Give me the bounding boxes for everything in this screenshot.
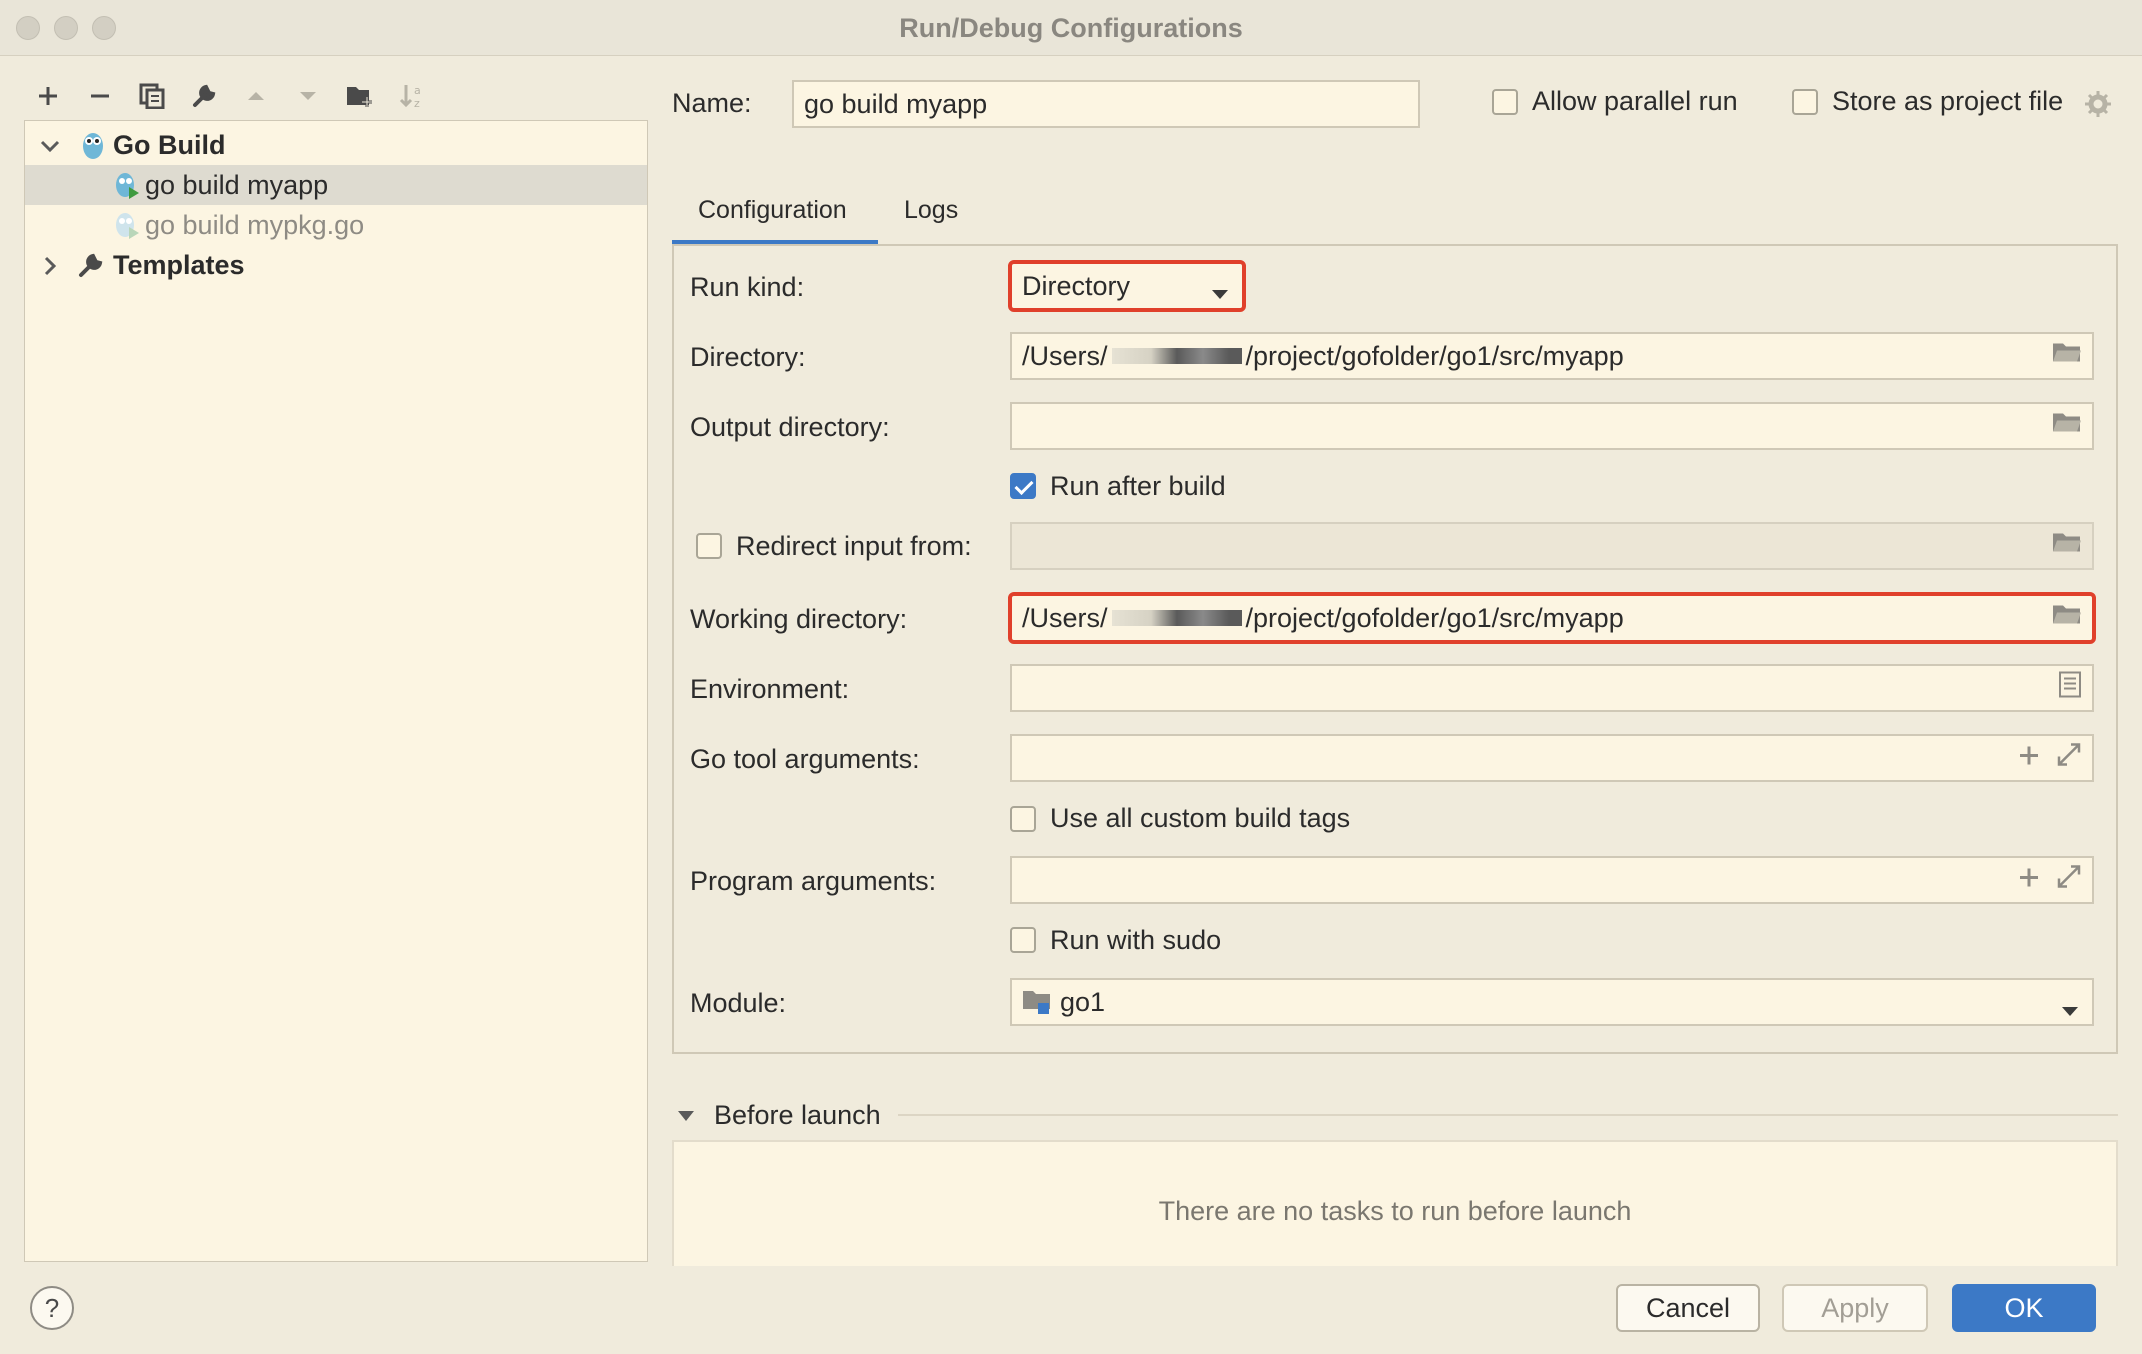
tree-item-go-build-mypkg[interactable]: go build mypkg.go bbox=[25, 205, 647, 245]
program-arguments-field[interactable] bbox=[1010, 856, 2094, 904]
run-with-sudo-checkbox[interactable] bbox=[1010, 927, 1036, 953]
run-kind-value: Directory bbox=[1022, 270, 1131, 301]
go-run-config-icon bbox=[113, 209, 141, 248]
go-tool-arguments-field[interactable] bbox=[1010, 734, 2094, 782]
tree-group-label: Go Build bbox=[113, 129, 226, 160]
folder-icon[interactable] bbox=[2052, 603, 2082, 634]
cancel-button[interactable]: Cancel bbox=[1616, 1284, 1760, 1332]
wrench-icon bbox=[77, 251, 105, 286]
store-as-project-file-label: Store as project file bbox=[1832, 86, 2064, 116]
window-title: Run/Debug Configurations bbox=[899, 13, 1243, 43]
gear-icon[interactable] bbox=[2084, 90, 2112, 123]
help-button[interactable]: ? bbox=[30, 1286, 74, 1330]
use-custom-build-tags-label: Use all custom build tags bbox=[1050, 803, 1351, 833]
working-suffix: /project/gofolder/go1/src/myapp bbox=[1245, 602, 1624, 633]
go-tool-arguments-label: Go tool arguments: bbox=[690, 744, 920, 774]
run-kind-dropdown[interactable]: Directory bbox=[1008, 260, 1246, 312]
triangle-down-icon bbox=[676, 1106, 696, 1131]
working-prefix: /Users/ bbox=[1022, 602, 1108, 633]
go-run-config-icon bbox=[113, 169, 141, 208]
before-launch-divider bbox=[898, 1114, 2118, 1116]
store-as-project-file-checkbox[interactable] bbox=[1792, 89, 1818, 115]
redirect-input-field[interactable] bbox=[1010, 522, 2094, 570]
gopher-icon bbox=[79, 129, 107, 168]
allow-parallel-run-checkbox[interactable] bbox=[1492, 89, 1518, 115]
name-label: Name: bbox=[672, 88, 752, 118]
dropdown-arrow-icon bbox=[1210, 278, 1230, 309]
dropdown-arrow-icon bbox=[2060, 995, 2080, 1026]
tree-group-templates[interactable]: Templates bbox=[25, 245, 647, 285]
cancel-label: Cancel bbox=[1645, 1292, 1731, 1323]
allow-parallel-run-label: Allow parallel run bbox=[1532, 86, 1738, 116]
document-icon[interactable] bbox=[2058, 671, 2082, 706]
svg-text:a: a bbox=[414, 84, 421, 97]
redirect-input-label: Redirect input from: bbox=[736, 531, 972, 561]
remove-icon[interactable] bbox=[82, 78, 118, 114]
module-folder-icon bbox=[1022, 988, 1052, 1016]
run-with-sudo-label: Run with sudo bbox=[1050, 925, 1222, 955]
run-kind-label: Run kind: bbox=[690, 272, 805, 302]
tree-item-label: go build myapp bbox=[145, 169, 329, 200]
add-icon[interactable] bbox=[2018, 865, 2040, 896]
chevron-right-icon[interactable] bbox=[39, 253, 61, 284]
redacted-username bbox=[1111, 348, 1242, 364]
apply-label: Apply bbox=[1821, 1292, 1889, 1323]
environment-field[interactable] bbox=[1010, 664, 2094, 712]
title-bar: Run/Debug Configurations bbox=[0, 0, 2142, 56]
module-value: go1 bbox=[1060, 986, 1106, 1017]
tree-item-label: go build mypkg.go bbox=[145, 209, 365, 240]
ok-button[interactable]: OK bbox=[1952, 1284, 2096, 1332]
output-directory-label: Output directory: bbox=[690, 412, 890, 442]
add-icon[interactable] bbox=[2018, 743, 2040, 774]
tree-group-go-build[interactable]: Go Build bbox=[25, 125, 647, 165]
folder-icon[interactable] bbox=[2052, 411, 2082, 442]
folder-icon[interactable] bbox=[2052, 531, 2082, 562]
before-launch-task-list: There are no tasks to run before launch bbox=[672, 1140, 2118, 1266]
environment-label: Environment: bbox=[690, 674, 850, 704]
use-custom-build-tags-checkbox[interactable] bbox=[1010, 806, 1036, 832]
working-directory-label: Working directory: bbox=[690, 604, 908, 634]
tree-item-go-build-myapp[interactable]: go build myapp bbox=[25, 165, 647, 205]
apply-button[interactable]: Apply bbox=[1782, 1284, 1928, 1332]
folder-icon[interactable] bbox=[2052, 341, 2082, 372]
tree-group-label: Templates bbox=[113, 249, 245, 280]
move-down-icon[interactable] bbox=[290, 78, 326, 114]
expand-icon[interactable] bbox=[2056, 742, 2082, 775]
add-icon[interactable] bbox=[30, 78, 66, 114]
before-launch-title: Before launch bbox=[714, 1100, 881, 1130]
redacted-username bbox=[1111, 610, 1242, 626]
program-arguments-label: Program arguments: bbox=[690, 866, 937, 896]
before-launch-empty-text: There are no tasks to run before launch bbox=[1158, 1196, 1632, 1226]
module-label: Module: bbox=[690, 988, 787, 1018]
directory-label: Directory: bbox=[690, 342, 806, 372]
redirect-input-checkbox[interactable] bbox=[696, 533, 722, 559]
output-directory-field[interactable] bbox=[1010, 402, 2094, 450]
help-label: ? bbox=[44, 1292, 60, 1323]
sort-icon[interactable]: az bbox=[394, 78, 430, 114]
tab-configuration[interactable]: Configuration bbox=[698, 196, 847, 225]
svg-text:z: z bbox=[414, 97, 420, 110]
new-folder-icon[interactable] bbox=[342, 78, 378, 114]
ok-label: OK bbox=[2004, 1292, 2044, 1323]
name-value: go build myapp bbox=[804, 88, 988, 119]
expand-icon[interactable] bbox=[2056, 864, 2082, 897]
working-directory-field[interactable]: /Users/ /project/gofolder/go1/src/myapp bbox=[1008, 592, 2096, 644]
wrench-icon[interactable] bbox=[186, 78, 222, 114]
directory-suffix: /project/gofolder/go1/src/myapp bbox=[1245, 340, 1624, 371]
tab-logs[interactable]: Logs bbox=[904, 196, 958, 225]
configuration-tree: Go Build go build myapp go build mypkg.g… bbox=[24, 120, 648, 1262]
move-up-icon[interactable] bbox=[238, 78, 274, 114]
chevron-down-icon[interactable] bbox=[39, 133, 61, 164]
copy-icon[interactable] bbox=[134, 78, 170, 114]
module-dropdown[interactable]: go1 bbox=[1010, 978, 2094, 1026]
directory-field[interactable]: /Users/ /project/gofolder/go1/src/myapp bbox=[1010, 332, 2094, 380]
name-field[interactable]: go build myapp bbox=[792, 80, 1420, 128]
run-after-build-label: Run after build bbox=[1050, 471, 1226, 501]
run-after-build-checkbox[interactable] bbox=[1010, 473, 1036, 499]
directory-prefix: /Users/ bbox=[1022, 340, 1108, 371]
